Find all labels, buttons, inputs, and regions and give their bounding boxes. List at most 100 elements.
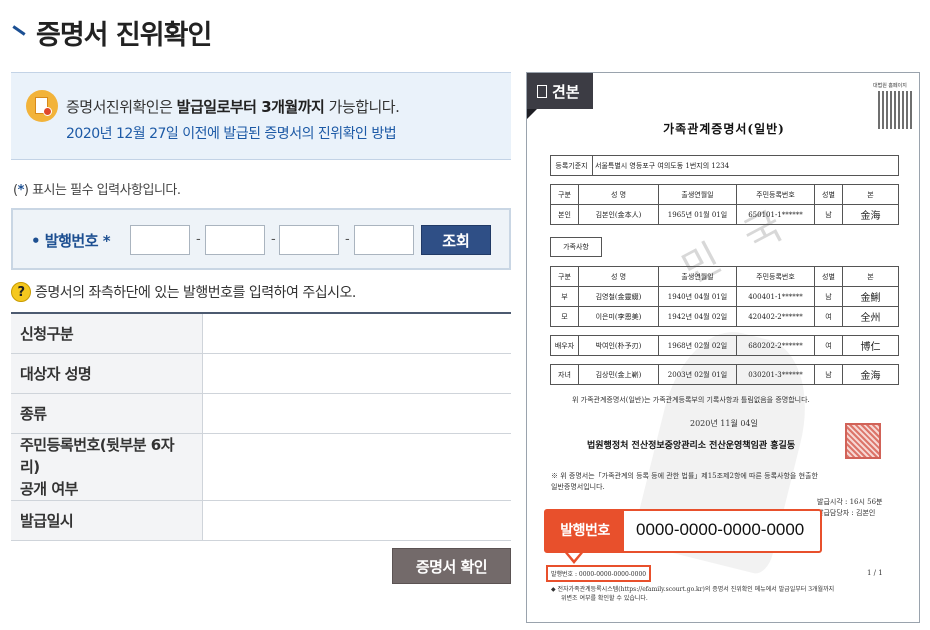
spouse-child-table: 배우자 박여인(朴予刃) 1968년 02월 02일 680202-2*****… xyxy=(550,335,899,356)
cell: 1968년 02월 02일 xyxy=(658,335,737,356)
col-header: 출생연월일 xyxy=(658,184,737,205)
issue-time: 발급시각 : 16시 56분 xyxy=(817,498,883,506)
cell: 金鯏 xyxy=(842,286,899,307)
col-header: 성 명 xyxy=(578,184,659,205)
issue-number-field-2[interactable] xyxy=(205,225,265,255)
footer-note-1: ◆ 전자가족관계등록시스템(https://efamily.scourt.go.… xyxy=(551,586,835,593)
certificate-icon xyxy=(26,90,58,122)
required-mark: * xyxy=(102,232,111,250)
table-row: 본인 김본인(金本人) 1965년 01월 01일 650101-1******… xyxy=(550,204,899,225)
cell: 030201-3****** xyxy=(736,364,815,385)
cell: 金海 xyxy=(842,364,899,385)
page-count: 1 / 1 xyxy=(867,569,883,577)
row-label-subject-name: 대상자 성명 xyxy=(11,353,203,394)
cell: 김영철(金靈綴) xyxy=(578,286,659,307)
search-button[interactable]: 조회 xyxy=(421,225,491,255)
result-table: 신청구분 대상자 성명 종류 주민등록번호(뒷부분 6자리) 공개 여부 발급일… xyxy=(11,312,511,541)
row-value-request-type xyxy=(202,313,511,354)
help-text-content: 증명서의 좌측하단에 있는 발행번호를 입력하여 주십시오. xyxy=(35,285,356,301)
table-row: 부 김영철(金靈綴) 1940년 04월 01일 400401-1****** … xyxy=(550,286,899,307)
cell: 1965년 01월 01일 xyxy=(658,204,737,225)
cell: 본인 xyxy=(550,204,579,225)
cell: 여 xyxy=(814,335,843,356)
notice-box: 증명서진위확인은 발급일로부터 3개월까지 가능합니다. 2020년 12월 2… xyxy=(11,72,511,160)
notice-text-post: 가능합니다. xyxy=(324,98,400,116)
qr-caption: 대법원 홈페이지 xyxy=(873,83,907,89)
row-value-issue-date xyxy=(202,500,511,541)
cell: 이은미(李恩美) xyxy=(578,306,659,327)
table-row: 발급일시 xyxy=(11,500,511,541)
family-table: 구분 성 명 출생연월일 주민등록번호 성별 본 부 김영철(金靈綴) 1940… xyxy=(550,266,899,327)
old-certificate-link[interactable]: 2020년 12월 27일 이전에 발급된 증명서의 진위확인 방법 xyxy=(66,123,397,143)
cell: 자녀 xyxy=(550,364,579,385)
dash-separator: - xyxy=(196,232,201,247)
legal-note-1: ※ 위 증명서는「가족관계의 등록 등에 관한 법률」제15조제2항에 따른 등… xyxy=(551,472,818,480)
cell: 全州 xyxy=(842,306,899,327)
row-label-issue-date: 발급일시 xyxy=(11,500,203,541)
page-header: 증명서 진위확인 xyxy=(10,14,212,51)
col-header: 성 명 xyxy=(578,266,659,287)
document-icon xyxy=(537,85,547,98)
cell: 배우자 xyxy=(550,335,579,356)
reg-value: 서울특별시 영등포구 여의도동 1번지의 1234 xyxy=(592,155,899,176)
issuing-office: 법원행정처 전산정보중앙관리소 전산운영책임관 홍길동 xyxy=(587,441,796,451)
issue-number-field-4[interactable] xyxy=(354,225,414,255)
cell: 여 xyxy=(814,306,843,327)
row-value-rrn-disclosure xyxy=(202,433,511,501)
notice-text-pre: 증명서진위확인은 xyxy=(66,98,177,116)
dash-separator: - xyxy=(345,232,350,247)
cell: 2003년 02월 01일 xyxy=(658,364,737,385)
cell: 모 xyxy=(550,306,579,327)
help-text: ? 증명서의 좌측하단에 있는 발행번호를 입력하여 주십시오. xyxy=(11,282,356,302)
family-label: 가족사항 xyxy=(550,237,602,257)
row-label-rrn-disclosure: 주민등록번호(뒷부분 6자리) 공개 여부 xyxy=(11,433,203,501)
callout-label: 발행번호 xyxy=(546,511,624,551)
footer-note-2: 위변조 여부를 확인할 수 있습니다. xyxy=(561,595,648,602)
sample-tag: 견본 xyxy=(527,73,593,119)
notice-text-bold: 발급일로부터 3개월까지 xyxy=(176,98,325,116)
col-header: 구분 xyxy=(550,184,579,205)
legal-note-2: 일반증명서입니다. xyxy=(551,483,605,491)
cell: 남 xyxy=(814,364,843,385)
row-value-type xyxy=(202,393,511,434)
cell: 부 xyxy=(550,286,579,307)
issue-number-label-text: • 발행번호 xyxy=(31,232,99,250)
col-header: 본 xyxy=(842,266,899,287)
cell: 박여인(朴予刃) xyxy=(578,335,659,356)
certificate-title: 가족관계증명서(일반) xyxy=(663,122,785,136)
table-row: 주민등록번호(뒷부분 6자리) 공개 여부 xyxy=(11,433,511,501)
sample-tag-label: 견본 xyxy=(552,83,580,101)
col-header: 출생연월일 xyxy=(658,266,737,287)
cell: 남 xyxy=(814,286,843,307)
col-header: 성별 xyxy=(814,184,843,205)
cell: 680202-2****** xyxy=(736,335,815,356)
table-row: 모 이은미(李恩美) 1942년 04월 02일 420402-2****** … xyxy=(550,306,899,327)
callout-pointer-inner xyxy=(568,553,580,560)
issue-number-label: • 발행번호 * xyxy=(31,230,111,251)
required-note-text: ) 표시는 필수 입력사항입니다. xyxy=(23,183,181,198)
col-header: 구분 xyxy=(550,266,579,287)
issue-number-field-3[interactable] xyxy=(279,225,339,255)
child-table: 자녀 김상민(金上嶄) 2003년 02월 01일 030201-3******… xyxy=(550,364,899,385)
table-row: 신청구분 xyxy=(11,313,511,354)
row-label-type: 종류 xyxy=(11,393,203,434)
col-header: 성별 xyxy=(814,266,843,287)
table-row: 자녀 김상민(金上嶄) 2003년 02월 01일 030201-3******… xyxy=(550,364,899,385)
table-row: 구분 성 명 출생연월일 주민등록번호 성별 본 xyxy=(550,266,899,287)
table-row: 배우자 박여인(朴予刃) 1968년 02월 02일 680202-2*****… xyxy=(550,335,899,356)
issue-number-form: • 발행번호 * - - - 조회 xyxy=(11,208,511,270)
row-value-subject-name xyxy=(202,353,511,394)
col-header: 주민등록번호 xyxy=(736,184,815,205)
registration-table: 등록기준지 서울특별시 영등포구 여의도동 1번지의 1234 xyxy=(550,155,899,176)
table-row: 종류 xyxy=(11,393,511,434)
confirm-certificate-button[interactable]: 증명서 확인 xyxy=(392,548,511,584)
cell: 博仁 xyxy=(842,335,899,356)
issue-number-callout: 발행번호 0000-0000-0000-0000 xyxy=(544,509,822,553)
cell: 남 xyxy=(814,204,843,225)
dash-separator: - xyxy=(271,232,276,247)
row-label-request-type: 신청구분 xyxy=(11,313,203,354)
cell: 김상민(金上嶄) xyxy=(578,364,659,385)
issue-number-field-1[interactable] xyxy=(130,225,190,255)
table-row: 등록기준지 서울특별시 영등포구 여의도동 1번지의 1234 xyxy=(550,155,899,176)
issue-number-highlight: 발행번호 : 0000-0000-0000-0000 xyxy=(546,565,652,582)
